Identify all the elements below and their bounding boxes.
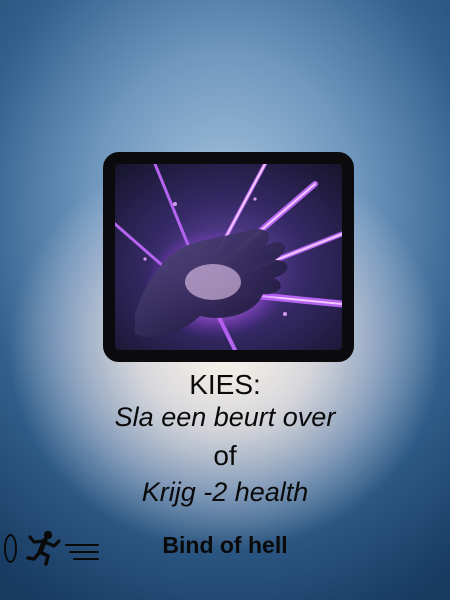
purple-energy-hand-icon	[115, 164, 342, 350]
choose-label: KIES:	[189, 369, 261, 400]
card-title: Bind of hell	[162, 532, 288, 558]
option-lose-health: Krijg -2 health	[141, 477, 309, 507]
card-art	[103, 152, 354, 362]
option-skip-turn: Sla een beurt over	[114, 402, 336, 432]
or-label: of	[213, 440, 237, 471]
